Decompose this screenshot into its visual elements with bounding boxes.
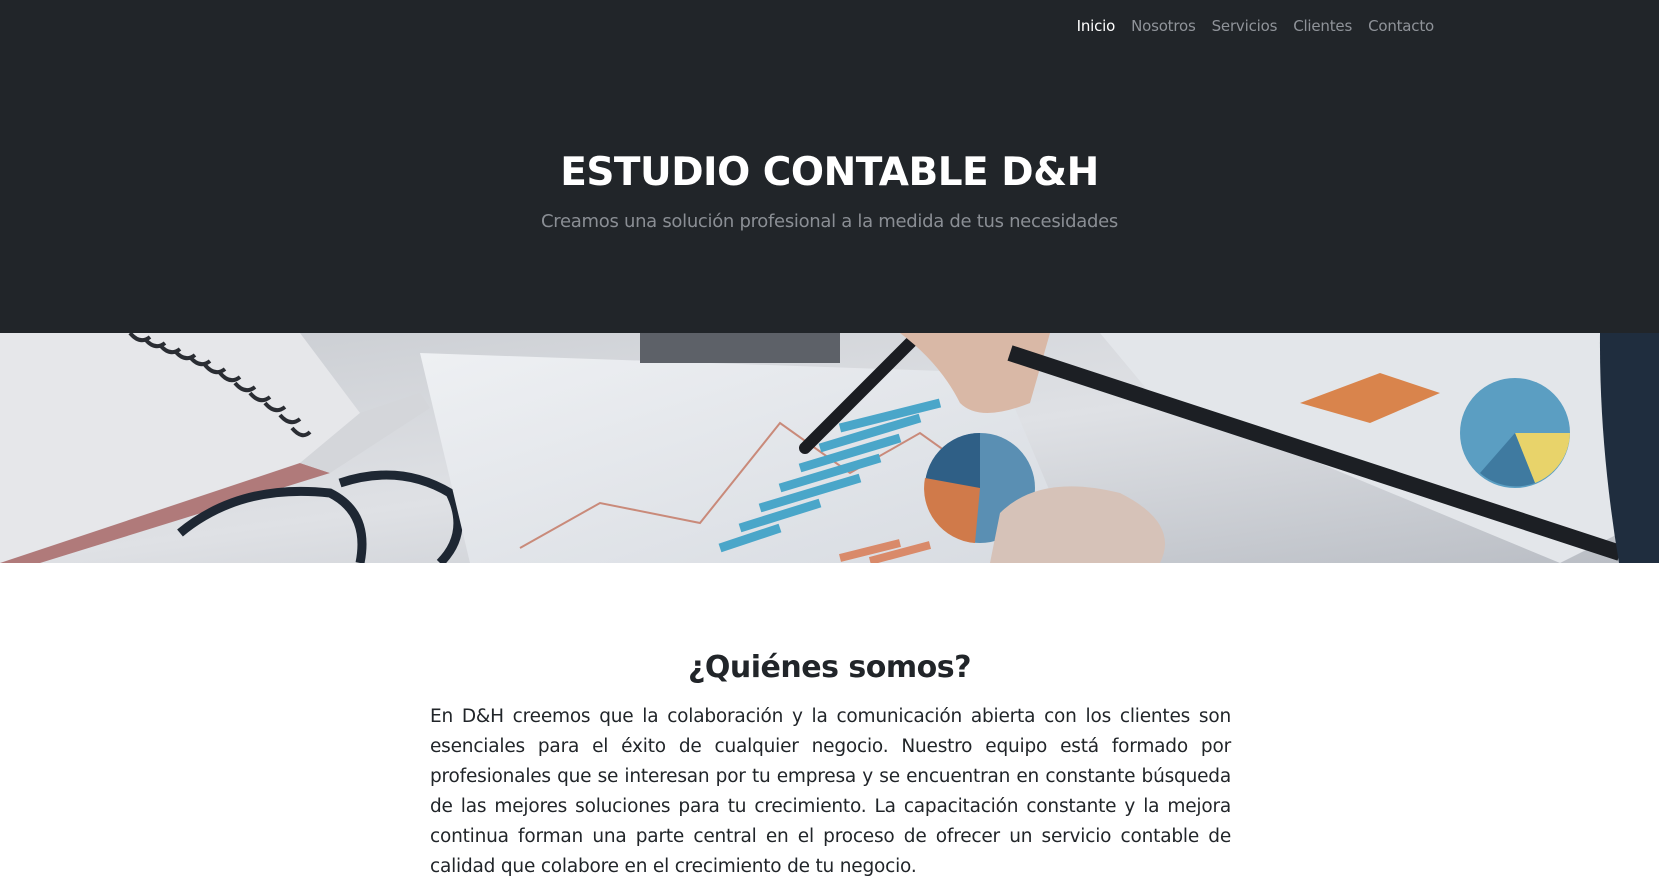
nav-link-inicio[interactable]: Inicio bbox=[1077, 17, 1116, 35]
masthead: Inicio Nosotros Servicios Clientes Conta… bbox=[0, 0, 1659, 333]
nav-link-servicios[interactable]: Servicios bbox=[1212, 17, 1278, 35]
nav-list: Inicio Nosotros Servicios Clientes Conta… bbox=[1077, 16, 1435, 35]
about-paragraph: En D&H creemos que la colaboración y la … bbox=[430, 706, 1231, 877]
accounting-desk-illustration bbox=[0, 333, 1659, 563]
about-heading: ¿Quiénes somos? bbox=[688, 650, 972, 685]
nav-link-clientes[interactable]: Clientes bbox=[1293, 17, 1352, 35]
nav-link-contacto[interactable]: Contacto bbox=[1368, 17, 1434, 35]
hero-subtitle: Creamos una solución profesional a la me… bbox=[541, 211, 1118, 232]
nav-link-nosotros[interactable]: Nosotros bbox=[1131, 17, 1196, 35]
banner-image bbox=[0, 333, 1659, 563]
hero-title: ESTUDIO CONTABLE D&H bbox=[560, 150, 1099, 195]
